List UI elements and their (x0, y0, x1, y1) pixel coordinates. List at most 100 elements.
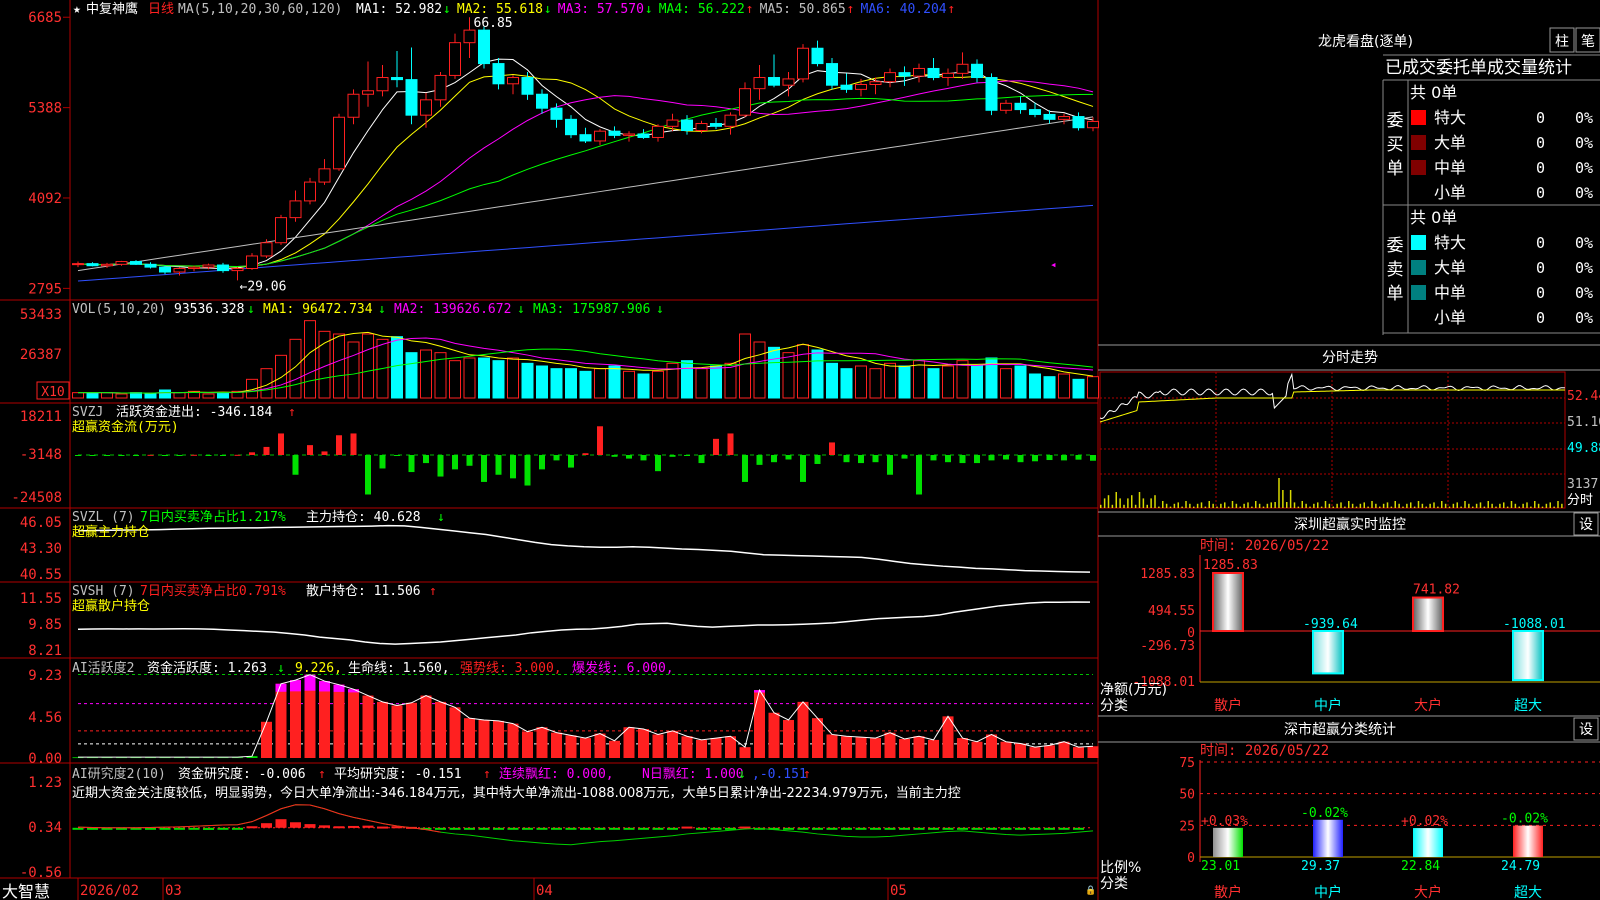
candle[interactable] (826, 63, 838, 86)
flow-bar[interactable] (539, 455, 545, 470)
activity-bar[interactable] (652, 734, 664, 758)
candle[interactable] (86, 263, 99, 267)
activity-bar[interactable] (754, 690, 765, 758)
activity-bar[interactable] (391, 705, 403, 758)
candle[interactable] (927, 67, 940, 79)
candle[interactable] (768, 77, 780, 86)
candle[interactable] (333, 116, 345, 170)
flow-bar[interactable] (205, 455, 212, 456)
volume-bar[interactable] (521, 362, 534, 399)
flow-bar[interactable] (321, 451, 328, 455)
volume-bar[interactable] (594, 368, 606, 399)
volume-bar[interactable] (869, 368, 882, 399)
volume-bar[interactable] (840, 368, 853, 399)
activity-bar[interactable] (957, 738, 968, 758)
flow-bar[interactable] (1032, 455, 1038, 462)
research-bar[interactable] (304, 824, 316, 828)
flow-bar[interactable] (423, 455, 429, 464)
flow-bar[interactable] (887, 455, 893, 475)
volume-bar[interactable] (768, 346, 780, 399)
flow-bar[interactable] (669, 455, 676, 457)
candle[interactable] (623, 133, 635, 136)
candle[interactable] (318, 168, 331, 183)
flow-bar[interactable] (553, 455, 560, 461)
activity-bar[interactable] (1000, 741, 1012, 758)
activity-bar[interactable] (783, 719, 794, 758)
candle[interactable] (362, 90, 374, 95)
volume-bar[interactable] (623, 370, 635, 399)
flow-bar[interactable] (597, 426, 603, 455)
candle[interactable] (985, 77, 998, 111)
candle[interactable] (724, 114, 737, 127)
volume-bar[interactable] (1058, 373, 1070, 399)
flow-bar[interactable] (611, 455, 618, 457)
volume-bar[interactable] (1000, 368, 1012, 399)
flow-bar[interactable] (365, 455, 371, 495)
volume-bar[interactable] (289, 338, 302, 399)
flow-bar[interactable] (379, 455, 386, 469)
volume-bar[interactable] (405, 352, 418, 399)
flow-bar[interactable] (510, 455, 516, 479)
flow-bar[interactable] (858, 455, 864, 464)
candle[interactable] (782, 78, 795, 86)
activity-bar[interactable] (681, 736, 693, 758)
flow-bar[interactable] (988, 455, 995, 461)
candle[interactable] (681, 119, 693, 131)
candle[interactable] (275, 217, 287, 244)
activity-bar[interactable] (841, 736, 852, 758)
candle[interactable] (260, 242, 273, 257)
volume-bar[interactable] (579, 370, 592, 399)
candle[interactable] (376, 77, 389, 92)
volume-bar[interactable] (507, 357, 519, 399)
volume-bar[interactable] (159, 389, 171, 399)
activity-bar[interactable] (261, 721, 272, 758)
candle[interactable] (231, 268, 244, 272)
research-bar[interactable] (261, 823, 272, 828)
research-bar[interactable] (275, 819, 287, 828)
candle[interactable] (101, 263, 113, 267)
candle[interactable] (246, 255, 258, 270)
flow-bar[interactable] (118, 455, 125, 456)
candle[interactable] (507, 77, 519, 85)
activity-bar[interactable] (493, 720, 504, 758)
favorite-icon[interactable]: ★ (73, 2, 81, 17)
flow-bar[interactable] (771, 455, 777, 463)
flow-bar[interactable] (292, 455, 299, 475)
flow-bar[interactable] (1017, 455, 1024, 463)
activity-bar[interactable] (710, 738, 722, 758)
flow-bar[interactable] (1090, 455, 1096, 461)
classify-bar[interactable] (1213, 827, 1243, 857)
flow-bar[interactable] (640, 455, 647, 461)
flow-bar[interactable] (524, 455, 531, 486)
candle[interactable] (652, 125, 664, 138)
activity-bar[interactable] (928, 739, 939, 758)
candle[interactable] (202, 264, 215, 268)
flow-bar[interactable] (481, 455, 487, 482)
volume-bar[interactable] (333, 333, 345, 399)
candle[interactable] (898, 72, 911, 77)
activity-bar[interactable] (290, 680, 301, 758)
flow-bar[interactable] (89, 455, 96, 456)
volume-bar[interactable] (826, 362, 838, 399)
flow-bar[interactable] (756, 455, 763, 465)
volume-bar[interactable] (275, 354, 287, 399)
volume-bar[interactable] (550, 368, 563, 399)
volume-bar[interactable] (72, 392, 84, 399)
volume-bar[interactable] (478, 357, 490, 399)
volume-bar[interactable] (811, 349, 824, 399)
activity-bar[interactable] (913, 736, 925, 758)
activity-bar[interactable] (1044, 745, 1055, 758)
candle[interactable] (840, 84, 853, 90)
classify-bar[interactable] (1313, 819, 1343, 857)
candle[interactable] (869, 81, 882, 85)
activity-bar[interactable] (870, 738, 881, 758)
candle[interactable] (347, 93, 360, 118)
activity-bar[interactable] (333, 684, 345, 758)
volume-bar[interactable] (971, 365, 983, 399)
candle[interactable] (565, 118, 577, 136)
activity-bar[interactable] (739, 747, 751, 758)
volume-bar[interactable] (710, 365, 722, 399)
activity-bar[interactable] (594, 733, 606, 758)
activity-bar[interactable] (522, 731, 533, 758)
flow-bar[interactable] (713, 438, 719, 455)
